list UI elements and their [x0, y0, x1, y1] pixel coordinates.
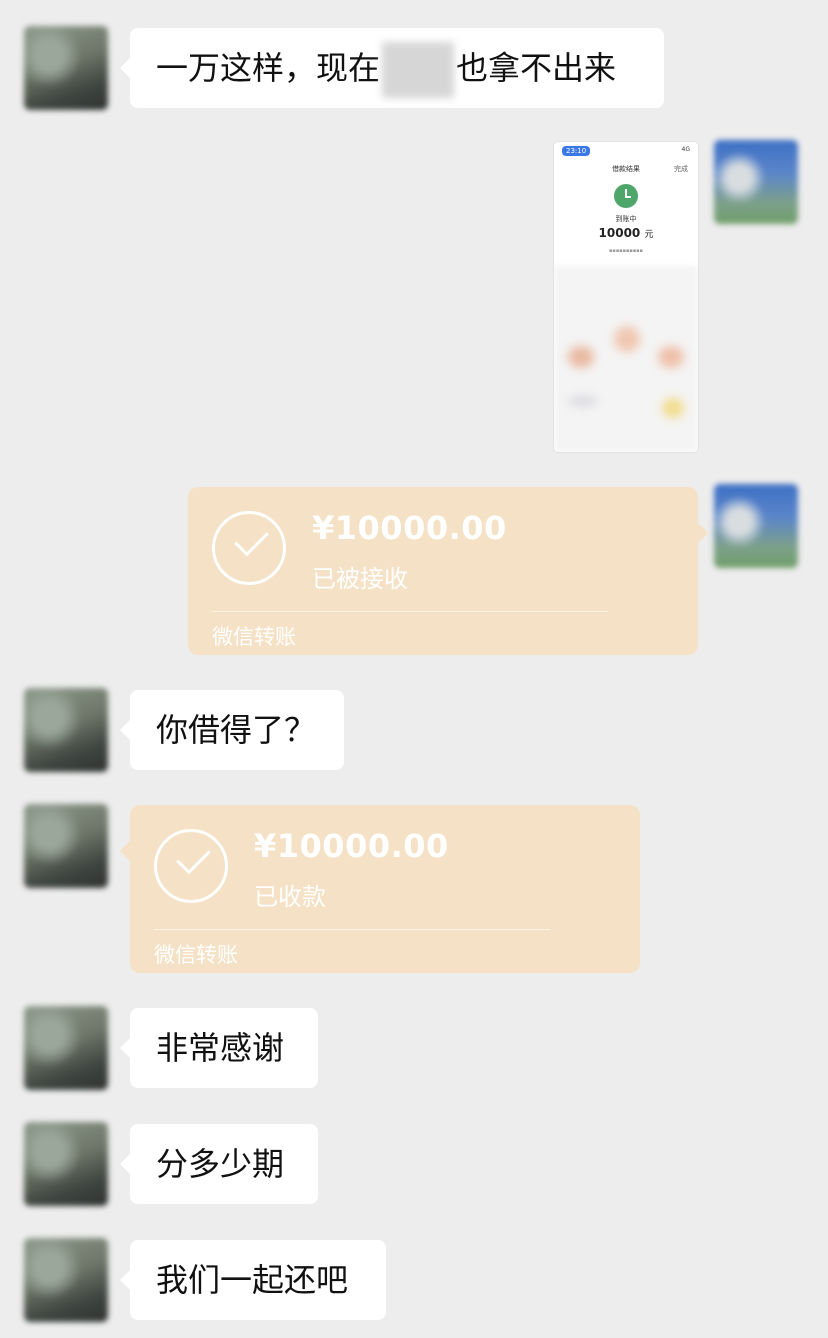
- transfer-card[interactable]: ¥10000.00 已收款 微信转账: [120, 805, 640, 973]
- message-bubble[interactable]: 分多少期: [120, 1124, 318, 1204]
- status-time: 23:10: [562, 146, 591, 156]
- transfer-status: 已被接收: [312, 565, 408, 593]
- blurred-note: ▪▪▪▪▪▪▪▪▪▪: [609, 248, 643, 254]
- transfer-amount: ¥10000.00: [312, 509, 507, 547]
- done-label: 完成: [674, 165, 688, 173]
- message-bubble[interactable]: 非常感谢: [120, 1008, 318, 1088]
- screenshot-amount: 10000 元: [554, 226, 698, 240]
- blurred-region: [554, 266, 698, 452]
- contact-avatar[interactable]: [24, 1006, 108, 1090]
- transfer-card[interactable]: ¥10000.00 已被接收 微信转账: [188, 487, 708, 655]
- redacted-text: [382, 42, 455, 98]
- clock-icon: [614, 184, 638, 208]
- transfer-label: 微信转账: [154, 943, 238, 967]
- amount-value: 10000: [598, 226, 641, 240]
- checkmark-icon: [154, 829, 228, 903]
- contact-avatar[interactable]: [24, 688, 108, 772]
- message-text: 也拿不出来: [456, 49, 617, 87]
- divider: [154, 929, 550, 930]
- screenshot-image[interactable]: 23:10 4G 借款结果 完成 到账中 10000 元 ▪▪▪▪▪▪▪▪▪▪: [554, 142, 698, 452]
- message-text: 我们一起还吧: [156, 1261, 349, 1299]
- contact-avatar[interactable]: [24, 1238, 108, 1322]
- divider: [212, 611, 608, 612]
- currency-label: 元: [644, 230, 654, 240]
- message-text: 一万这样，现在: [156, 49, 381, 87]
- message-text: 你借得了？: [156, 711, 317, 749]
- transfer-label: 微信转账: [212, 625, 296, 649]
- screenshot-state: 到账中: [615, 215, 637, 223]
- contact-avatar[interactable]: [24, 26, 108, 110]
- self-avatar[interactable]: [714, 484, 798, 568]
- contact-avatar[interactable]: [24, 1122, 108, 1206]
- transfer-status: 已收款: [254, 883, 326, 911]
- message-bubble[interactable]: 你借得了？: [120, 690, 344, 770]
- contact-avatar[interactable]: [24, 804, 108, 888]
- checkmark-icon: [212, 511, 286, 585]
- signal-indicator: 4G: [681, 146, 690, 153]
- message-text: 分多少期: [156, 1145, 285, 1183]
- transfer-amount: ¥10000.00: [254, 827, 449, 865]
- self-avatar[interactable]: [714, 140, 798, 224]
- message-text: 非常感谢: [156, 1029, 285, 1067]
- message-bubble[interactable]: 我们一起还吧: [120, 1240, 386, 1320]
- message-bubble[interactable]: 一万这样，现在 也拿不出来: [120, 28, 664, 108]
